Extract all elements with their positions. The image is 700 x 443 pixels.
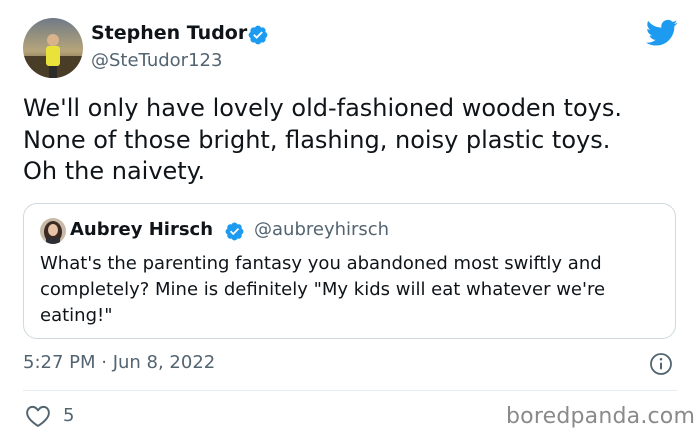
tweet-text: We'll only have lovely old-fashioned woo… bbox=[23, 93, 683, 188]
tweet-card: Stephen Tudor @SteTudor123 We'll only ha… bbox=[0, 0, 700, 443]
tweet-timestamp[interactable]: 5:27 PM · Jun 8, 2022 bbox=[23, 352, 215, 373]
quoted-tweet-text: What's the parenting fantasy you abandon… bbox=[40, 251, 665, 329]
tweet-line: Oh the naivety. bbox=[23, 157, 206, 185]
info-icon[interactable] bbox=[649, 352, 673, 376]
quoted-author-name: Aubrey Hirsch bbox=[70, 219, 214, 240]
author-avatar[interactable] bbox=[23, 18, 83, 78]
like-count: 5 bbox=[63, 405, 75, 426]
tweet-line: None of those bright, flashing, noisy pl… bbox=[23, 125, 611, 154]
quoted-author-avatar bbox=[40, 218, 66, 244]
twitter-bird-icon[interactable] bbox=[646, 19, 678, 47]
quoted-line: What's the parenting fantasy you abandon… bbox=[40, 253, 602, 274]
verified-badge-icon bbox=[248, 25, 268, 45]
divider bbox=[23, 390, 677, 391]
verified-badge-icon bbox=[225, 222, 244, 241]
author-name[interactable]: Stephen Tudor bbox=[91, 22, 247, 44]
quoted-line: completely? Mine is definitely "My kids … bbox=[40, 279, 606, 300]
author-handle[interactable]: @SteTudor123 bbox=[91, 50, 222, 71]
quoted-author-handle: @aubreyhirsch bbox=[254, 219, 390, 240]
quoted-tweet-card[interactable]: Aubrey Hirsch @aubreyhirsch What's the p… bbox=[23, 203, 676, 339]
tweet-line: We'll only have lovely old-fashioned woo… bbox=[23, 94, 622, 122]
heart-icon[interactable] bbox=[25, 404, 51, 428]
quoted-line: eating!" bbox=[40, 305, 113, 326]
watermark: boredpanda.com bbox=[506, 404, 696, 429]
